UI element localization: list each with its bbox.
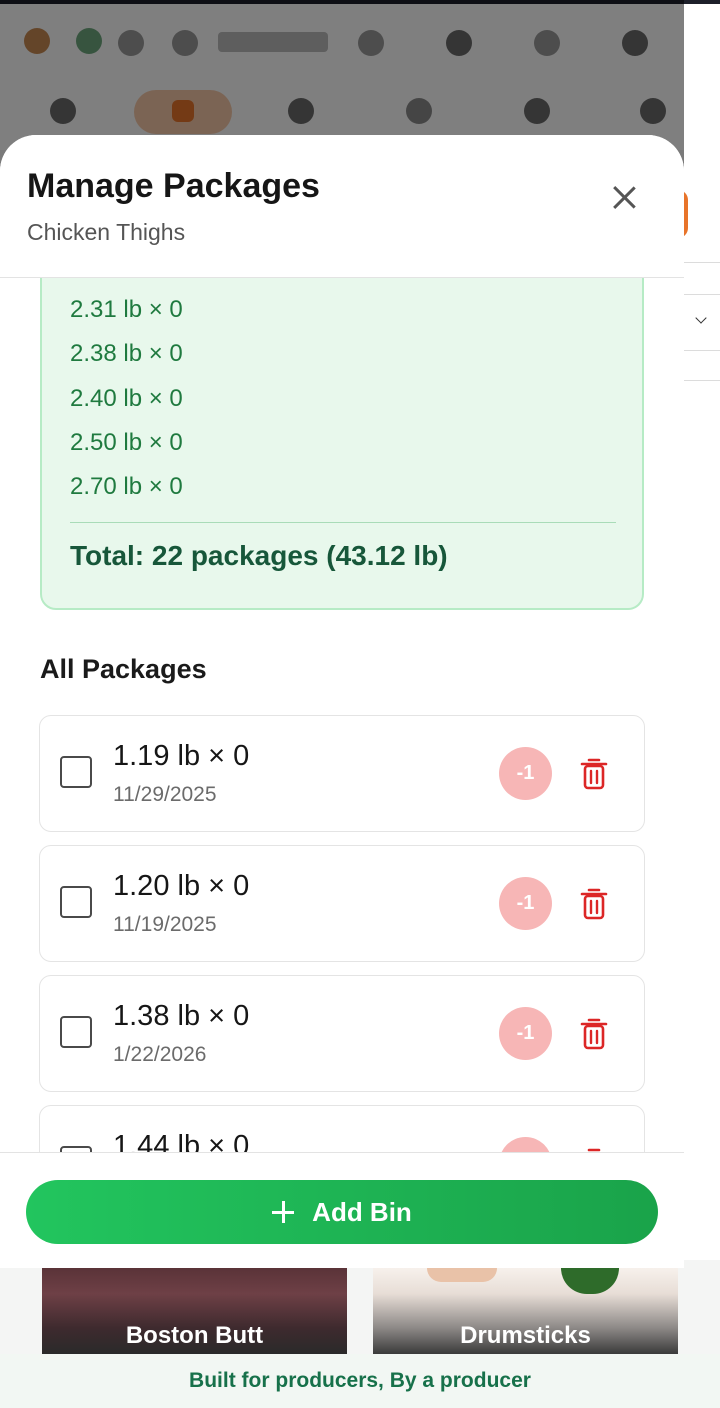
trash-icon[interactable]: [579, 757, 609, 791]
decrement-button[interactable]: -1: [499, 1137, 552, 1152]
trash-icon[interactable]: [579, 1017, 609, 1051]
decrement-button[interactable]: -1: [499, 747, 552, 800]
package-weight: 1.44 lb × 0: [113, 1130, 250, 1152]
summary-row: 2.31 lb × 0: [70, 296, 183, 323]
product-card-boston-butt[interactable]: Boston Butt: [42, 1268, 347, 1354]
summary-row: 2.50 lb × 0: [70, 429, 183, 456]
divider: [684, 262, 720, 263]
close-icon[interactable]: [600, 173, 648, 221]
footer-tagline: Built for producers, By a producer: [0, 1354, 720, 1408]
divider: [684, 380, 720, 381]
modal-subtitle: Chicken Thighs: [27, 219, 186, 245]
summary-row: 2.40 lb × 0: [70, 385, 183, 412]
modal-header: Manage Packages Chicken Thighs: [0, 135, 684, 278]
decrement-button[interactable]: -1: [499, 877, 552, 930]
package-weight: 1.20 lb × 0: [113, 870, 250, 902]
product-card-drumsticks[interactable]: Drumsticks: [373, 1268, 678, 1354]
summary-total: Total: 22 packages (43.12 lb): [70, 540, 448, 571]
package-weight: 1.38 lb × 0: [113, 1000, 250, 1032]
package-summary: 2.31 lb × 0 2.38 lb × 0 2.40 lb × 0 2.50…: [40, 278, 644, 610]
divider: [684, 294, 720, 295]
decrement-button[interactable]: -1: [499, 1007, 552, 1060]
all-packages-heading: All Packages: [40, 654, 207, 684]
product-image: [427, 1268, 497, 1282]
package-date: 11/29/2025: [113, 783, 217, 806]
summary-row: 2.38 lb × 0: [70, 340, 183, 367]
plus-icon: [272, 1201, 295, 1223]
manage-packages-modal: Manage Packages Chicken Thighs 2.31 lb ×…: [0, 135, 684, 1268]
modal-title: Manage Packages: [27, 167, 320, 205]
product-card-label: Drumsticks: [460, 1322, 591, 1349]
package-date: 1/22/2026: [113, 1043, 207, 1066]
parsley-garnish: [561, 1268, 619, 1294]
package-checkbox[interactable]: [60, 886, 92, 918]
package-date: 11/19/2025: [113, 913, 217, 936]
add-bin-label: Add Bin: [312, 1197, 412, 1227]
package-row[interactable]: 1.44 lb × 0 -1: [39, 1105, 645, 1152]
summary-row: 2.70 lb × 0: [70, 473, 183, 500]
package-row[interactable]: 1.20 lb × 0 11/19/2025 -1: [39, 845, 645, 962]
product-card-label: Boston Butt: [125, 1322, 264, 1349]
modal-body[interactable]: 2.31 lb × 0 2.38 lb × 0 2.40 lb × 0 2.50…: [0, 278, 684, 1152]
summary-divider: [70, 522, 616, 523]
trash-icon[interactable]: [579, 887, 609, 921]
package-checkbox[interactable]: [60, 756, 92, 788]
package-row[interactable]: 1.38 lb × 0 1/22/2026 -1: [39, 975, 645, 1092]
modal-footer: Add Bin: [0, 1152, 684, 1268]
add-bin-button[interactable]: Add Bin: [26, 1180, 658, 1244]
package-checkbox[interactable]: [60, 1016, 92, 1048]
package-weight: 1.19 lb × 0: [113, 740, 250, 772]
package-row[interactable]: 1.19 lb × 0 11/29/2025 -1: [39, 715, 645, 832]
divider: [684, 350, 720, 351]
